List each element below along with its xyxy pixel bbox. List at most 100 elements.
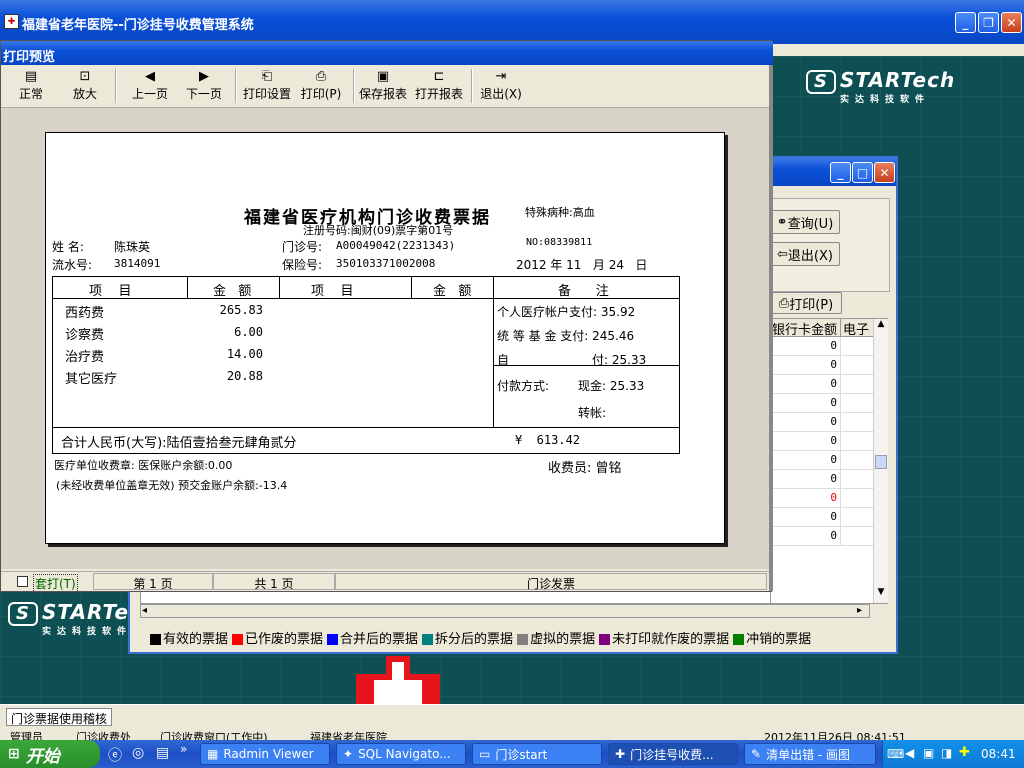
grid-row[interactable]: 0 bbox=[771, 375, 873, 394]
toolbar-label: 保存报表 bbox=[358, 87, 407, 101]
network-icon[interactable]: ▣ bbox=[923, 746, 934, 760]
toolbar-prev-page-button[interactable]: ◀ 上一页 bbox=[125, 69, 175, 102]
query-button[interactable]: ⚭ 查询(U) bbox=[770, 210, 840, 234]
billing-grid: 银行卡金额 电子 ▲ ▼ 00000000000 bbox=[770, 318, 888, 604]
grid-cell: 0 bbox=[771, 375, 841, 393]
total-amount: ¥ 613.42 bbox=[515, 433, 581, 447]
summary-row bbox=[140, 590, 860, 604]
keyboard-icon[interactable]: ⌨ bbox=[887, 747, 904, 761]
print-setup-icon: ⎗ bbox=[261, 69, 273, 84]
quick-launch-more-icon[interactable]: » bbox=[180, 742, 187, 756]
grid-row[interactable]: 0 bbox=[771, 527, 873, 546]
overlay-print-checkbox[interactable] bbox=[17, 576, 28, 587]
vertical-scrollbar[interactable]: ▲ ▼ bbox=[873, 319, 888, 603]
legend-item: 已作废的票据 bbox=[232, 628, 323, 647]
patient-name: 陈珠英 bbox=[114, 240, 151, 254]
cash-payment: 现金: 25.33 bbox=[578, 379, 645, 393]
prev-page-icon: ◀ bbox=[145, 69, 155, 84]
header-item-2: 项 目 bbox=[311, 284, 354, 299]
grid-row[interactable]: 0 bbox=[771, 470, 873, 489]
current-page: 第 1 页 bbox=[93, 573, 213, 591]
legend-label: 已作废的票据 bbox=[245, 632, 324, 647]
close-icon[interactable]: ✕ bbox=[1001, 12, 1022, 33]
grid-row[interactable]: 0 bbox=[771, 508, 873, 527]
horizontal-scrollbar[interactable]: ◂ ▸ bbox=[140, 604, 870, 618]
grid-header-bank: 银行卡金额 bbox=[771, 319, 841, 337]
session-status-bar: 管理员 门诊收费处 门诊收费窗口(工作中) 福建省老年医院 2012年11月26… bbox=[0, 728, 1024, 740]
self-pay-label: 自 bbox=[497, 353, 510, 367]
quick-launch-doc-icon[interactable]: ▤ bbox=[156, 745, 169, 761]
warning-line: (未经收费单位盖章无效) 预交金账户余额:-13.4 bbox=[56, 479, 288, 492]
grid-row[interactable]: 0 bbox=[771, 337, 873, 356]
scroll-down-icon[interactable]: ▼ bbox=[874, 587, 888, 597]
grid-cell: 0 bbox=[771, 489, 841, 507]
grid-row[interactable]: 0 bbox=[771, 489, 873, 508]
taskbar-task[interactable]: ✦ SQL Navigato... bbox=[336, 743, 466, 765]
volume-icon[interactable]: ◨ bbox=[941, 746, 952, 760]
grid-row[interactable]: 0 bbox=[771, 413, 873, 432]
security-icon[interactable]: ✚ bbox=[959, 745, 970, 760]
exit-button[interactable]: ⇦ 退出(X) bbox=[770, 242, 840, 266]
toolbar-save-button[interactable]: ▣ 保存报表 bbox=[357, 69, 409, 102]
special-disease: 特殊病种:高血 bbox=[525, 206, 595, 219]
taskbar-task-label: 清单出错 - 画图 bbox=[766, 747, 851, 762]
taskbar-task[interactable]: ▦ Radmin Viewer bbox=[200, 743, 330, 765]
grid-header-electronic: 电子 bbox=[841, 319, 873, 337]
taskbar-task-label: 门诊挂号收费... bbox=[630, 747, 714, 762]
print-button[interactable]: ⎙ 打印(P) bbox=[770, 292, 842, 314]
toolbar-next-page-button[interactable]: ▶ 下一页 bbox=[181, 69, 227, 102]
toolbar-printer-button[interactable]: ⎙ 打印(P) bbox=[297, 69, 345, 102]
quick-launch-ie-icon[interactable]: ⓔ bbox=[108, 745, 122, 765]
grid-row[interactable]: 0 bbox=[771, 451, 873, 470]
serial-number: 3814091 bbox=[114, 257, 161, 270]
legend-label: 拆分后的票据 bbox=[435, 632, 514, 647]
scroll-thumb[interactable] bbox=[875, 455, 887, 469]
grid-row[interactable]: 0 bbox=[771, 394, 873, 413]
toolbar-exit-button[interactable]: ⇥ 退出(X) bbox=[477, 69, 525, 102]
payment-method-label: 付款方式: bbox=[497, 379, 550, 393]
grid-row[interactable]: 0 bbox=[771, 432, 873, 451]
exit-door-icon: ⇦ bbox=[777, 246, 788, 262]
receipt-table: 项 目 金 额 项 目 金 额 备 注 个人医疗帐户支付: 35.92 统 等 … bbox=[52, 276, 680, 454]
header-item: 项 目 bbox=[89, 284, 132, 299]
legend-item: 合并后的票据 bbox=[327, 628, 418, 647]
toolbar-normal-button[interactable]: ▤ 正常 bbox=[5, 69, 57, 102]
scroll-left-icon[interactable]: ◂ bbox=[142, 605, 147, 616]
toolbar-print-setup-button[interactable]: ⎗ 打印设置 bbox=[239, 69, 295, 102]
status-hospital: 福建省老年医院 bbox=[310, 731, 387, 740]
scroll-right-icon[interactable]: ▸ bbox=[857, 605, 862, 616]
legend-swatch bbox=[733, 634, 745, 645]
legend-swatch bbox=[327, 634, 339, 645]
toolbar-open-button[interactable]: ⊏ 打开报表 bbox=[413, 69, 465, 102]
billing-close-icon[interactable]: ✕ bbox=[874, 162, 895, 183]
quick-launch-browser-icon[interactable]: ◎ bbox=[132, 745, 144, 761]
header-note: 备 注 bbox=[558, 284, 609, 299]
taskbar-task[interactable]: ✎ 清单出错 - 画图 bbox=[744, 743, 876, 765]
taskbar-task-label: 门诊start bbox=[495, 747, 548, 762]
fee-item-name: 治疗费 bbox=[65, 350, 105, 365]
minimize-icon[interactable]: _ bbox=[955, 12, 976, 33]
start-button[interactable]: ⊞ 开始 bbox=[0, 740, 100, 768]
toolbar-zoom-button[interactable]: ⊡ 放大 bbox=[59, 69, 111, 102]
paint-icon: ✎ bbox=[751, 747, 762, 761]
status-datetime: 2012年11月26日 08:41:51 bbox=[764, 731, 906, 740]
restore-icon[interactable]: ❐ bbox=[978, 12, 999, 33]
fee-item-amount: 6.00 bbox=[234, 325, 263, 339]
toolbar-separator bbox=[471, 69, 473, 103]
exit-icon: ⇥ bbox=[495, 69, 507, 84]
billing-maximize-icon[interactable]: □ bbox=[852, 162, 873, 183]
taskbar-task[interactable]: ✚ 门诊挂号收费... bbox=[608, 743, 738, 765]
taskbar-task[interactable]: ▭ 门诊start bbox=[472, 743, 602, 765]
grid-cell: 0 bbox=[771, 508, 841, 526]
status-user: 管理员 bbox=[10, 731, 43, 740]
scroll-up-icon[interactable]: ▲ bbox=[874, 319, 888, 329]
grid-row[interactable]: 0 bbox=[771, 356, 873, 375]
fee-item-name: 其它医疗 bbox=[65, 372, 118, 387]
printer-icon: ⎙ bbox=[778, 295, 790, 311]
preview-status-bar: 套打(T) 第 1 页 共 1 页 门诊发票 bbox=[1, 571, 769, 593]
billing-minimize-icon[interactable]: _ bbox=[830, 162, 851, 183]
tray-expand-icon[interactable]: ◀ bbox=[905, 746, 914, 760]
legend-item: 虚拟的票据 bbox=[517, 628, 595, 647]
open-icon: ⊏ bbox=[433, 69, 445, 84]
overlay-print-label[interactable]: 套打(T) bbox=[33, 574, 78, 593]
